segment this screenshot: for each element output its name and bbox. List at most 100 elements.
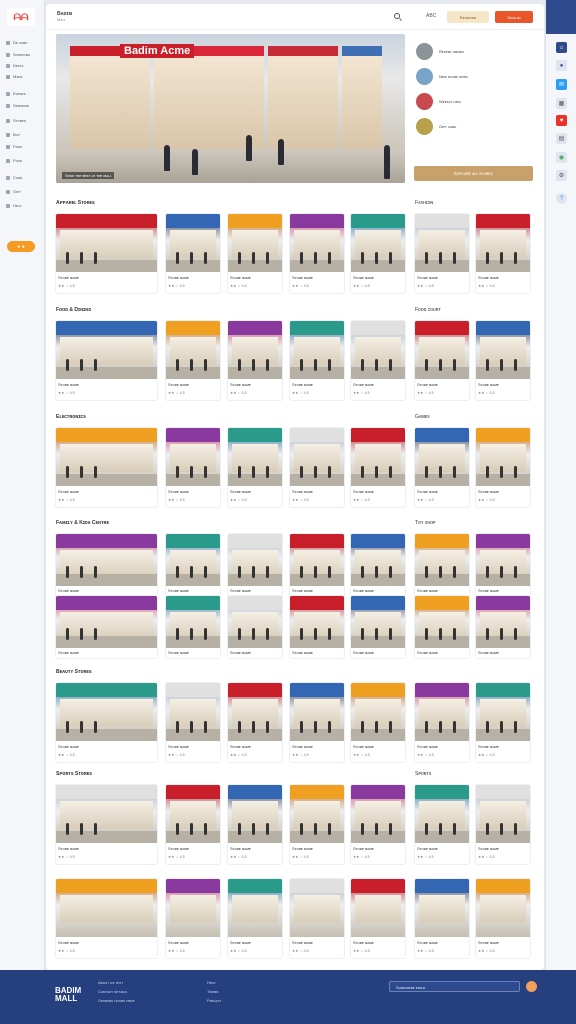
store-card[interactable]: Sᴛᴏʀᴇ ɴᴀᴍᴇ (228, 534, 282, 596)
sidebar-item[interactable]: Dᴇ ᴠᴏʀᴇ (6, 40, 27, 45)
right-list-item[interactable]: Nᴇᴡ sᴛᴏʀᴇ ᴏᴘᴇɴ (416, 68, 468, 85)
language-selector[interactable]: ABC (426, 13, 436, 19)
store-card[interactable]: Sᴛᴏʀᴇ ɴᴀᴍᴇ (476, 596, 530, 658)
right-list-item[interactable]: Wᴇᴇᴋʟʏ ᴅᴇᴀʟ (416, 93, 461, 110)
right-list-item[interactable]: Rᴇᴄᴇɴᴛ ᴏʀᴅᴇʀ (416, 43, 464, 60)
store-card[interactable]: Sᴛᴏʀᴇ ɴᴀᴍᴇ ★★ ☆ 4.5 (56, 683, 157, 762)
store-card[interactable]: Sᴛᴏʀᴇ ɴᴀᴍᴇ ★★ ☆ 4.5 (351, 321, 405, 400)
store-card[interactable]: Sᴛᴏʀᴇ ɴᴀᴍᴇ (166, 534, 220, 596)
newsletter-submit-button[interactable] (526, 981, 537, 992)
bag-icon[interactable]: ▤ (556, 133, 567, 144)
store-card[interactable]: Sᴛᴏʀᴇ ɴᴀᴍᴇ ★★ ☆ 4.5 (228, 428, 282, 507)
store-card[interactable]: Sᴛᴏʀᴇ ɴᴀᴍᴇ ★★ ☆ 4.5 (476, 683, 530, 762)
footer-link[interactable]: Cᴏɴᴛᴀᴄᴛ ᴅᴇᴛᴀɪʟs (98, 987, 135, 996)
app-logo[interactable]: ᗩᗩ (7, 8, 35, 26)
store-card[interactable]: Sᴛᴏʀᴇ ɴᴀᴍᴇ ★★ ☆ 4.5 (166, 428, 220, 507)
store-card[interactable]: Sᴛᴏʀᴇ ɴᴀᴍᴇ ★★ ☆ 4.5 (56, 785, 157, 864)
store-card[interactable]: Sᴛᴏʀᴇ ɴᴀᴍᴇ ★★ ☆ 4.5 (290, 428, 344, 507)
store-card[interactable]: Sᴛᴏʀᴇ ɴᴀᴍᴇ ★★ ☆ 4.5 (415, 428, 469, 507)
heart-icon[interactable]: ♥ (556, 115, 567, 126)
store-card[interactable]: Sᴛᴏʀᴇ ɴᴀᴍᴇ ★★ ☆ 4.5 (290, 214, 344, 293)
store-card[interactable]: Sᴛᴏʀᴇ ɴᴀᴍᴇ ★★ ☆ 4.5 (166, 683, 220, 762)
search-icon[interactable] (394, 13, 400, 19)
store-card[interactable]: Sᴛᴏʀᴇ ɴᴀᴍᴇ ★★ ☆ 4.5 (351, 214, 405, 293)
sidebar-item[interactable]: Fᴏᴏᴅ (6, 158, 22, 163)
shopper (314, 252, 317, 264)
store-card[interactable]: Sᴛᴏʀᴇ ɴᴀᴍᴇ ★★ ☆ 4.5 (476, 428, 530, 507)
store-card[interactable]: Sᴛᴏʀᴇ ɴᴀᴍᴇ (476, 534, 530, 596)
store-card[interactable]: Sᴛᴏʀᴇ ɴᴀᴍᴇ ★★ ☆ 4.5 (56, 879, 157, 958)
store-card[interactable]: Sᴛᴏʀᴇ ɴᴀᴍᴇ ★★ ☆ 4.5 (166, 214, 220, 293)
store-card[interactable]: Sᴛᴏʀᴇ ɴᴀᴍᴇ (351, 596, 405, 658)
store-card[interactable]: Sᴛᴏʀᴇ ɴᴀᴍᴇ ★★ ☆ 4.5 (476, 879, 530, 958)
calendar-icon[interactable]: ▦ (556, 98, 567, 109)
store-card[interactable]: Sᴛᴏʀᴇ ɴᴀᴍᴇ ★★ ☆ 4.5 (228, 785, 282, 864)
store-card[interactable]: Sᴛᴏʀᴇ ɴᴀᴍᴇ (56, 534, 157, 596)
store-card[interactable]: Sᴛᴏʀᴇ ɴᴀᴍᴇ (290, 596, 344, 658)
sidebar-item[interactable]: Sᴛᴏʀᴇs (6, 118, 26, 123)
store-card[interactable]: Sᴛᴏʀᴇ ɴᴀᴍᴇ ★★ ☆ 4.5 (476, 785, 530, 864)
sidebar-item[interactable]: Sʜᴏᴘᴘɪɴɢ (6, 52, 30, 57)
newsletter-input[interactable]: Sᴜʙsᴄʀɪʙᴇ ᴇᴍᴀɪʟ (389, 981, 520, 992)
sign-in-button[interactable]: Sɪɢɴ ɪɴ (495, 11, 533, 23)
brand[interactable]: Bᴀᴅɪᴍ Mᴀʟʟ (57, 11, 72, 22)
store-card[interactable]: Sᴛᴏʀᴇ ɴᴀᴍᴇ ★★ ☆ 4.5 (228, 879, 282, 958)
home-icon[interactable]: ⌂ (556, 42, 567, 53)
store-card[interactable]: Sᴛᴏʀᴇ ɴᴀᴍᴇ ★★ ☆ 4.5 (56, 321, 157, 400)
sidebar-item[interactable]: Sᴇʀᴠɪᴄᴇs (6, 103, 29, 108)
store-card[interactable]: Sᴛᴏʀᴇ ɴᴀᴍᴇ ★★ ☆ 4.5 (166, 321, 220, 400)
store-card[interactable]: Sᴛᴏʀᴇ ɴᴀᴍᴇ ★★ ☆ 4.5 (415, 214, 469, 293)
store-card[interactable]: Sᴛᴏʀᴇ ɴᴀᴍᴇ (56, 596, 157, 658)
store-card[interactable]: Sᴛᴏʀᴇ ɴᴀᴍᴇ ★★ ☆ 4.5 (56, 214, 157, 293)
store-card[interactable]: Sᴛᴏʀᴇ ɴᴀᴍᴇ ★★ ☆ 4.5 (351, 879, 405, 958)
store-card[interactable]: Sᴛᴏʀᴇ ɴᴀᴍᴇ (166, 596, 220, 658)
sidebar-item[interactable]: Bᴜʏ (6, 132, 20, 137)
store-card[interactable]: Sᴛᴏʀᴇ ɴᴀᴍᴇ ★★ ☆ 4.5 (415, 785, 469, 864)
store-card[interactable]: Sᴛᴏʀᴇ ɴᴀᴍᴇ ★★ ☆ 4.5 (415, 879, 469, 958)
sidebar-item[interactable]: Mᴀᴘs (6, 74, 22, 79)
right-list-item[interactable]: Gɪғᴛ ᴄᴀʀᴅ (416, 118, 456, 135)
user-icon[interactable]: ● (556, 60, 567, 71)
store-card[interactable]: Sᴛᴏʀᴇ ɴᴀᴍᴇ ★★ ☆ 4.5 (476, 321, 530, 400)
footer-link[interactable]: Oᴘᴇɴɪɴɢ ʜᴏᴜʀs ʜᴇʀᴇ (98, 996, 135, 1005)
footer-link[interactable]: Pʀɪᴠᴀᴄʏ (207, 996, 221, 1005)
store-card[interactable]: Sᴛᴏʀᴇ ɴᴀᴍᴇ ★★ ☆ 4.5 (228, 214, 282, 293)
store-card[interactable]: Sᴛᴏʀᴇ ɴᴀᴍᴇ ★★ ☆ 4.5 (290, 321, 344, 400)
store-card[interactable]: Sᴛᴏʀᴇ ɴᴀᴍᴇ ★★ ☆ 4.5 (56, 428, 157, 507)
sidebar-item[interactable]: Pᴀʀᴋ (6, 144, 22, 149)
register-button[interactable]: Rᴇɢɪsᴛᴇʀ (447, 11, 489, 23)
sidebar-item[interactable]: Cᴀʀᴅ (6, 175, 22, 180)
store-card[interactable]: Sᴛᴏʀᴇ ɴᴀᴍᴇ ★★ ☆ 4.5 (415, 321, 469, 400)
sidebar-item[interactable]: Gɪғᴛ (6, 189, 21, 194)
sidebar-item[interactable]: Dᴇᴀʟs (6, 63, 23, 68)
store-card[interactable]: Sᴛᴏʀᴇ ɴᴀᴍᴇ ★★ ☆ 4.5 (228, 321, 282, 400)
store-card[interactable]: Sᴛᴏʀᴇ ɴᴀᴍᴇ ★★ ☆ 4.5 (290, 879, 344, 958)
map-icon[interactable]: ◉ (556, 152, 567, 163)
store-card[interactable]: Sᴛᴏʀᴇ ɴᴀᴍᴇ (228, 596, 282, 658)
store-card[interactable]: Sᴛᴏʀᴇ ɴᴀᴍᴇ (290, 534, 344, 596)
store-card[interactable]: Sᴛᴏʀᴇ ɴᴀᴍᴇ ★★ ☆ 4.5 (351, 683, 405, 762)
explore-all-button[interactable]: Exᴘʟᴏʀᴇ ᴀʟʟ sᴛᴏʀᴇs (414, 166, 533, 181)
footer-link[interactable]: Hᴇʟᴘ (207, 978, 221, 987)
help-icon[interactable]: ? (556, 193, 567, 204)
sidebar-item[interactable]: Hᴇʟᴘ (6, 203, 22, 208)
hero-banner[interactable]: Badim Acme Sʜᴏᴘ ᴛʜᴇ ʙᴇsᴛ ᴏғ ᴛʜᴇ ᴍᴀʟʟ (56, 34, 405, 183)
store-card[interactable]: Sᴛᴏʀᴇ ɴᴀᴍᴇ ★★ ☆ 4.5 (290, 683, 344, 762)
store-card[interactable]: Sᴛᴏʀᴇ ɴᴀᴍᴇ ★★ ☆ 4.5 (415, 683, 469, 762)
store-card[interactable]: Sᴛᴏʀᴇ ɴᴀᴍᴇ ★★ ☆ 4.5 (228, 683, 282, 762)
footer-link[interactable]: Aʙᴏᴜᴛ ᴜs ᴛᴇxᴛ (98, 978, 135, 987)
store-card[interactable]: Sᴛᴏʀᴇ ɴᴀᴍᴇ ★★ ☆ 4.5 (476, 214, 530, 293)
chat-icon[interactable]: ✉ (556, 79, 567, 90)
store-card[interactable]: Sᴛᴏʀᴇ ɴᴀᴍᴇ ★★ ☆ 4.5 (290, 785, 344, 864)
store-card[interactable]: Sᴛᴏʀᴇ ɴᴀᴍᴇ ★★ ☆ 4.5 (351, 785, 405, 864)
sidebar-item[interactable]: Eᴠᴇɴᴛs (6, 91, 26, 96)
store-card[interactable]: Sᴛᴏʀᴇ ɴᴀᴍᴇ (351, 534, 405, 596)
store-card[interactable]: Sᴛᴏʀᴇ ɴᴀᴍᴇ ★★ ☆ 4.5 (166, 879, 220, 958)
settings-icon[interactable]: ⚙ (556, 170, 567, 181)
store-card[interactable]: Sᴛᴏʀᴇ ɴᴀᴍᴇ (415, 534, 469, 596)
store-card[interactable]: Sᴛᴏʀᴇ ɴᴀᴍᴇ ★★ ☆ 4.5 (166, 785, 220, 864)
store-card[interactable]: Sᴛᴏʀᴇ ɴᴀᴍᴇ ★★ ☆ 4.5 (351, 428, 405, 507)
nav-toggle-pill[interactable]: ● ● (7, 241, 35, 252)
footer-link[interactable]: Tᴇʀᴍs (207, 987, 221, 996)
store-card[interactable]: Sᴛᴏʀᴇ ɴᴀᴍᴇ (415, 596, 469, 658)
